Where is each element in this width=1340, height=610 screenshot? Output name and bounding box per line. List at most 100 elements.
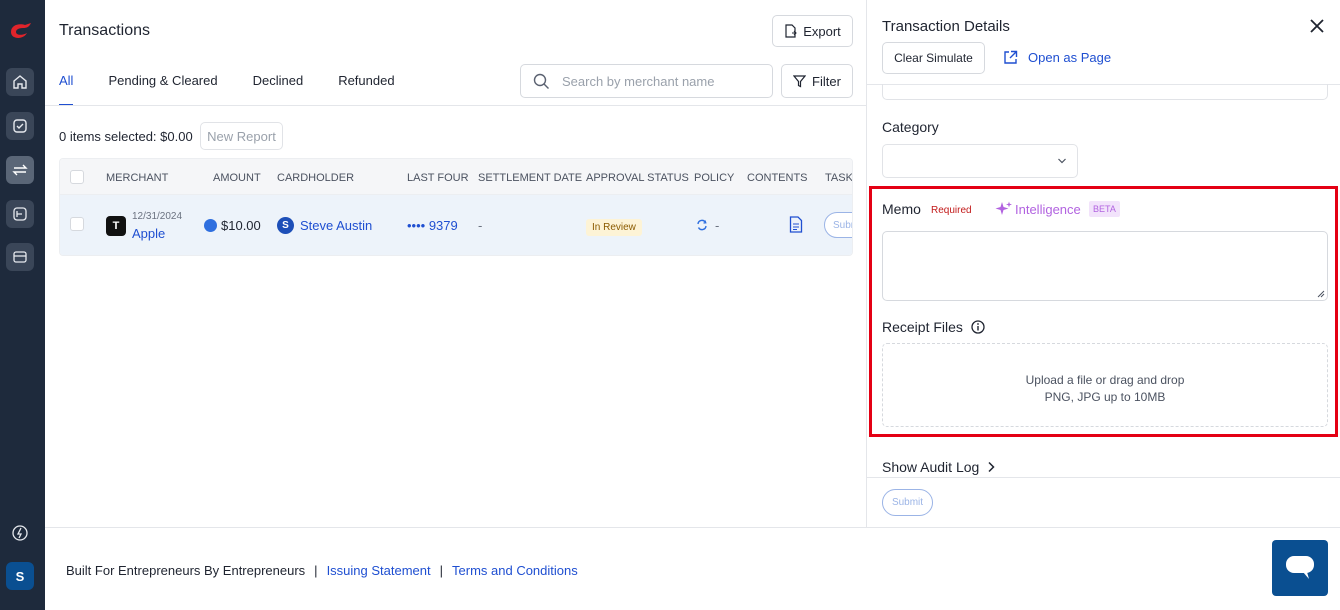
column-header[interactable]: LAST FOUR: [407, 172, 469, 184]
nav-transactions-button[interactable]: [6, 156, 34, 184]
column-header[interactable]: APPROVAL STATUS: [586, 172, 689, 184]
merchant-logo: T: [106, 216, 126, 236]
column-header[interactable]: SETTLEMENT DATE: [478, 172, 582, 184]
transactions-main: Transactions Export All Pending & Cleare…: [45, 0, 866, 527]
tab-all[interactable]: All: [59, 64, 74, 106]
tab-pending-cleared[interactable]: Pending & Cleared: [108, 64, 217, 106]
policy-value: -: [715, 218, 720, 233]
category-label: Category: [882, 119, 939, 135]
upload-instructions: Upload a file or drag and drop: [1025, 373, 1185, 387]
category-select[interactable]: [882, 144, 1078, 178]
beta-badge: BETA: [1089, 201, 1120, 217]
file-export-icon: [785, 24, 797, 38]
column-header[interactable]: TASKS: [825, 172, 852, 184]
column-header[interactable]: AMOUNT: [213, 172, 261, 184]
issuing-statement-link[interactable]: Issuing Statement: [327, 563, 431, 578]
receipt-files-heading: Receipt Files: [882, 319, 985, 335]
tab-refunded[interactable]: Refunded: [338, 64, 394, 106]
filter-label: Filter: [812, 73, 841, 89]
user-avatar[interactable]: S: [6, 562, 34, 590]
external-link-icon: [1004, 50, 1018, 64]
nav-support-button[interactable]: [6, 519, 34, 547]
nav-tasks-button[interactable]: [6, 112, 34, 140]
footer-separator: |: [314, 563, 318, 578]
chat-bubble-icon: [1286, 556, 1314, 579]
transfer-arrows-icon: [12, 164, 28, 176]
nav-home-button[interactable]: [6, 68, 34, 96]
export-button[interactable]: Export: [772, 15, 853, 47]
transaction-date: 12/31/2024: [132, 211, 183, 222]
audit-log-label: Show Audit Log: [882, 459, 980, 475]
last-four: •••• 9379: [407, 218, 458, 233]
filter-icon: [793, 74, 807, 87]
search-box[interactable]: [520, 64, 773, 98]
open-as-page-label: Open as Page: [1028, 50, 1112, 65]
chevron-down-icon: [1058, 158, 1066, 164]
show-audit-log-toggle[interactable]: Show Audit Log: [882, 459, 995, 475]
settlement-date: -: [478, 218, 483, 233]
receipt-dropzone[interactable]: Upload a file or drag and drop PNG, JPG …: [882, 343, 1328, 427]
page-footer: Built For Entrepreneurs By Entrepreneurs…: [45, 527, 1340, 610]
intelligence-label: Intelligence: [1015, 201, 1081, 217]
memo-textarea[interactable]: [882, 231, 1328, 301]
resize-handle-icon[interactable]: [1317, 290, 1325, 298]
upload-formats: PNG, JPG up to 10MB: [1044, 390, 1166, 404]
cardholder-avatar: S: [277, 217, 294, 234]
status-badge: In Review: [586, 219, 642, 236]
search-icon: [533, 73, 549, 89]
select-all-checkbox[interactable]: [70, 170, 84, 184]
intelligence-button[interactable]: Intelligence: [995, 201, 1081, 217]
clock-icon: [204, 219, 217, 232]
page-title: Transactions: [59, 22, 150, 39]
amount: $10.00: [221, 218, 261, 233]
nav-cards-button[interactable]: [6, 243, 34, 271]
memo-label: Memo: [882, 201, 921, 217]
required-badge: Required: [931, 205, 972, 216]
tab-declined[interactable]: Declined: [253, 64, 304, 106]
sparkle-icon: [995, 201, 1012, 215]
filter-button[interactable]: Filter: [781, 64, 853, 98]
footer-text: Built For Entrepreneurs By Entrepreneurs…: [66, 563, 578, 578]
panel-title: Transaction Details: [882, 18, 1010, 35]
sync-icon: [697, 219, 707, 231]
sidebar-rail: S: [0, 0, 45, 610]
speed-icon: [12, 525, 28, 541]
cardholder-name[interactable]: Steve Austin: [300, 218, 372, 233]
transactions-table: MERCHANT AMOUNT CARDHOLDER LAST FOUR SET…: [59, 158, 853, 256]
column-header[interactable]: CARDHOLDER: [277, 172, 354, 184]
column-header[interactable]: POLICY: [694, 172, 734, 184]
terms-link[interactable]: Terms and Conditions: [452, 563, 578, 578]
search-input[interactable]: [562, 73, 762, 89]
filter-tabs: All Pending & Cleared Declined Refunded: [59, 64, 395, 106]
panel-divider: [867, 477, 1340, 478]
open-as-page-link[interactable]: Open as Page: [1003, 50, 1111, 65]
receipt-files-label: Receipt Files: [882, 319, 963, 335]
table-header: MERCHANT AMOUNT CARDHOLDER LAST FOUR SET…: [60, 159, 852, 195]
chat-button[interactable]: [1272, 540, 1328, 596]
document-icon[interactable]: [789, 216, 803, 233]
merchant-name[interactable]: Apple: [132, 226, 165, 241]
export-label: Export: [803, 23, 841, 39]
transaction-details-panel: Transaction Details Clear Simulate Open …: [866, 0, 1340, 527]
clear-simulate-button[interactable]: Clear Simulate: [882, 42, 985, 74]
info-icon[interactable]: [971, 320, 985, 334]
chevron-right-icon: [988, 461, 995, 473]
row-checkbox[interactable]: [70, 217, 84, 231]
footer-separator: |: [439, 563, 444, 578]
brand-logo-icon[interactable]: [7, 18, 35, 42]
column-header[interactable]: MERCHANT: [106, 172, 168, 184]
close-icon[interactable]: [1307, 16, 1327, 36]
check-square-icon: [13, 119, 27, 133]
selection-summary: 0 items selected: $0.00: [59, 129, 193, 144]
workflow-icon: [13, 207, 27, 221]
new-report-button[interactable]: New Report: [200, 122, 283, 150]
tabs-divider: [45, 105, 866, 106]
previous-field[interactable]: [882, 84, 1328, 100]
card-icon: [13, 251, 27, 263]
column-header[interactable]: CONTENTS: [747, 172, 808, 184]
home-icon: [13, 75, 27, 89]
table-row[interactable]: T 12/31/2024 Apple $10.00 S Steve Austin…: [60, 195, 852, 255]
submit-button[interactable]: Submit: [882, 489, 933, 516]
nav-workflows-button[interactable]: [6, 200, 34, 228]
task-submit-button[interactable]: Submit: [824, 212, 852, 238]
